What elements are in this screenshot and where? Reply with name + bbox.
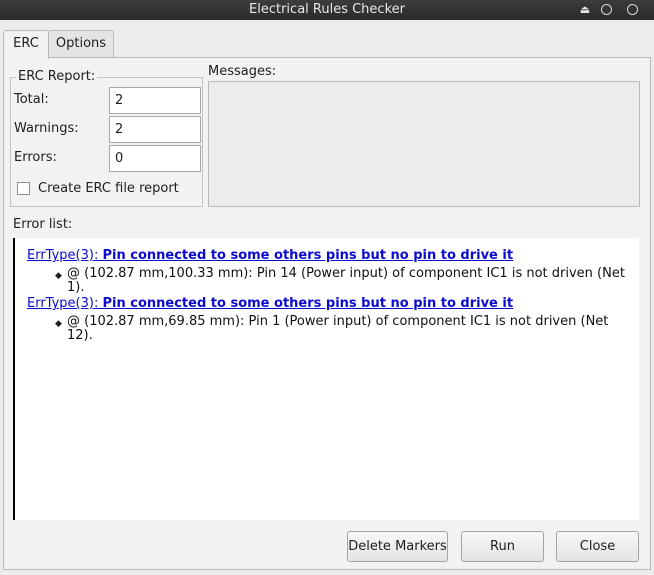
error-type: ErrType(3): [27, 296, 99, 311]
messages-label: Messages: [208, 64, 277, 79]
errors-field[interactable]: 0 [109, 145, 201, 172]
error-detail-line: @ (102.87 mm,100.33 mm): Pin 14 (Power i… [67, 266, 625, 281]
close-button[interactable]: Close [556, 531, 639, 562]
total-field[interactable]: 2 [109, 87, 201, 114]
window-titlebar: Electrical Rules Checker ⏏ [0, 0, 654, 20]
delete-markers-button[interactable]: Delete Markers [347, 531, 448, 562]
error-detail-line: @ (102.87 mm,69.85 mm): Pin 1 (Power inp… [67, 314, 609, 329]
error-list-label: Error list: [13, 217, 73, 232]
error-title: Pin connected to some others pins but no… [102, 296, 514, 311]
run-button[interactable]: Run [461, 531, 544, 562]
tab-erc[interactable]: ERC [3, 30, 49, 59]
create-report-label[interactable]: Create ERC file report [38, 181, 179, 196]
error-title: Pin connected to some others pins but no… [102, 248, 514, 263]
shade-icon[interactable]: ⏏ [578, 3, 592, 17]
error-list-view[interactable]: ErrType(3): Pin connected to some others… [13, 238, 639, 520]
messages-textarea[interactable] [208, 81, 640, 207]
error-entry-link[interactable]: ErrType(3): Pin connected to some others… [27, 248, 513, 263]
bullet-icon: ◆ [55, 319, 62, 329]
warnings-label: Warnings: [14, 121, 79, 136]
tab-options[interactable]: Options [48, 30, 114, 58]
error-entry-link[interactable]: ErrType(3): Pin connected to some others… [27, 296, 513, 311]
total-label: Total: [14, 92, 49, 107]
erc-report-title: ERC Report: [16, 69, 98, 84]
error-detail-line: 1). [67, 280, 85, 295]
minimize-icon[interactable] [601, 4, 612, 15]
create-report-checkbox[interactable] [17, 182, 30, 195]
error-detail: @ (102.87 mm,100.33 mm): Pin 14 (Power i… [67, 267, 647, 295]
window-title: Electrical Rules Checker [249, 2, 405, 17]
bullet-icon: ◆ [55, 271, 62, 281]
warnings-field[interactable]: 2 [109, 116, 201, 143]
error-detail-line: 12). [67, 328, 93, 343]
error-type: ErrType(3): [27, 248, 99, 263]
errors-label: Errors: [14, 150, 57, 165]
maximize-icon[interactable] [627, 4, 638, 15]
error-detail: @ (102.87 mm,69.85 mm): Pin 1 (Power inp… [67, 315, 647, 343]
